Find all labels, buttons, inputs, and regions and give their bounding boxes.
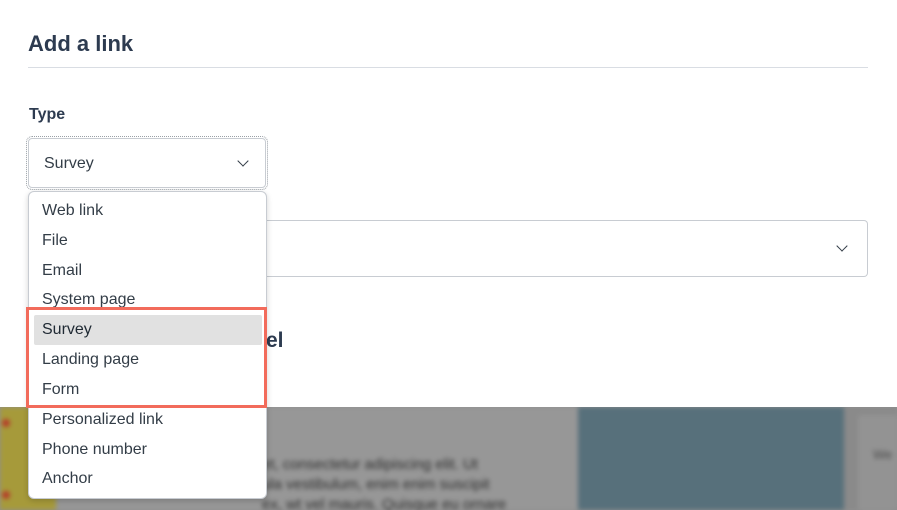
background-right-panel	[858, 415, 897, 510]
partially-hidden-label: el	[266, 329, 284, 352]
option-survey[interactable]: Survey	[34, 315, 262, 345]
type-label: Type	[29, 106, 66, 123]
chevron-down-icon	[836, 240, 848, 252]
option-web-link[interactable]: Web link	[34, 196, 262, 226]
option-email[interactable]: Email	[34, 256, 262, 286]
chevron-down-icon	[237, 155, 249, 167]
option-personalized-link[interactable]: Personalized link	[34, 405, 262, 435]
background-decoration	[2, 491, 10, 499]
option-system-page[interactable]: System page	[34, 285, 262, 315]
link-target-select[interactable]	[262, 220, 868, 277]
option-form[interactable]: Form	[34, 375, 262, 405]
background-right-text: We	[873, 447, 893, 462]
option-anchor[interactable]: Anchor	[34, 464, 262, 494]
background-text-line: et, consectetur adipiscing elit. Ut	[262, 456, 478, 473]
background-decoration	[2, 419, 10, 427]
modal-title: Add a link	[28, 31, 134, 56]
title-divider	[28, 67, 868, 68]
background-teal-panel	[578, 407, 844, 510]
background-text-line: ula vestibulum, enim enim suscipit	[262, 476, 490, 493]
option-file[interactable]: File	[34, 226, 262, 256]
type-select[interactable]: Survey	[26, 136, 268, 190]
type-dropdown-list[interactable]: Web link File Email System page Survey L…	[28, 191, 267, 499]
background-text-line: ex, wt vel mauris. Quisque eu ornare	[262, 496, 507, 510]
background-paragraph: et, consectetur adipiscing elit. Ut ula …	[262, 455, 562, 510]
option-phone-number[interactable]: Phone number	[34, 435, 262, 465]
type-select-value: Survey	[44, 155, 94, 172]
option-landing-page[interactable]: Landing page	[34, 345, 262, 375]
